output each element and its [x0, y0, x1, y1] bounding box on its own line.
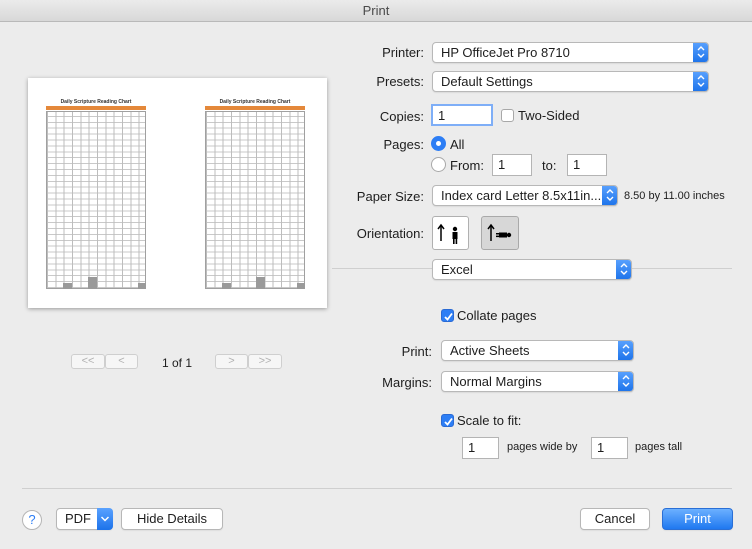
chevron-updown-icon: [602, 186, 617, 205]
print-what-label: Print:: [401, 344, 432, 359]
paper-dimensions: 8.50 by 11.00 inches: [624, 190, 725, 202]
paper-size-label: Paper Size:: [356, 189, 424, 204]
preview-sheet-left: Daily Scripture Reading Chart: [46, 98, 146, 289]
print-section-select[interactable]: Excel: [432, 259, 632, 280]
copies-label: Copies:: [379, 109, 424, 124]
chevron-down-icon: [97, 508, 113, 530]
chevron-updown-icon: [693, 43, 708, 62]
paper-size-value: Index card Letter 8.5x11in...: [441, 188, 602, 203]
collate-label: Collate pages: [457, 308, 537, 323]
two-sided-checkbox[interactable]: [501, 109, 514, 122]
last-page-button[interactable]: >>: [248, 354, 282, 369]
paper-size-select[interactable]: Index card Letter 8.5x11in...: [432, 185, 618, 206]
copies-input[interactable]: 1: [431, 104, 493, 126]
sheet-grid: [205, 111, 305, 289]
portrait-orientation-button[interactable]: [432, 216, 469, 250]
help-button[interactable]: ?: [22, 510, 42, 530]
margins-select[interactable]: Normal Margins: [441, 371, 634, 392]
chevron-updown-icon: [693, 72, 708, 91]
pages-wide-label: pages wide by: [507, 441, 578, 453]
sheet-header-row: [205, 106, 305, 110]
orientation-label: Orientation:: [356, 226, 424, 241]
hide-details-button[interactable]: Hide Details: [121, 508, 223, 530]
chevron-updown-icon: [618, 372, 633, 391]
page-indicator: 1 of 1: [161, 356, 193, 370]
footer-divider: [22, 488, 732, 489]
presets-label: Presets:: [376, 74, 424, 89]
pages-from-label: From:: [450, 158, 484, 173]
sheet-title: Daily Scripture Reading Chart: [60, 99, 132, 105]
scale-to-fit-checkbox[interactable]: [441, 414, 454, 427]
pdf-menu-button[interactable]: PDF: [56, 508, 113, 530]
pages-from-input[interactable]: 1: [492, 154, 532, 176]
window-title: Print: [0, 0, 752, 22]
margins-value: Normal Margins: [450, 374, 542, 389]
two-sided-label: Two-Sided: [518, 108, 580, 123]
first-page-button[interactable]: <<: [71, 354, 105, 369]
pages-to-label: to:: [542, 158, 557, 173]
print-what-select[interactable]: Active Sheets: [441, 340, 634, 361]
margins-label: Margins:: [382, 375, 432, 390]
checkmark-icon: [444, 312, 453, 321]
pages-tall-input[interactable]: 1: [591, 437, 628, 459]
presets-select[interactable]: Default Settings: [432, 71, 709, 92]
print-preview: Daily Scripture Reading Chart Daily Scri…: [28, 78, 327, 308]
landscape-orientation-button[interactable]: [481, 216, 519, 250]
portrait-orientation-icon: [437, 223, 458, 244]
chevron-updown-icon: [618, 341, 633, 360]
scale-to-fit-label: Scale to fit:: [457, 413, 522, 428]
sheet-header-row: [46, 106, 146, 110]
print-button[interactable]: Print: [662, 508, 733, 530]
print-what-value: Active Sheets: [450, 343, 530, 358]
print-section-value: Excel: [441, 262, 473, 277]
previous-page-button[interactable]: <: [105, 354, 138, 369]
pages-all-radio[interactable]: [431, 136, 446, 151]
pages-range-radio[interactable]: [431, 157, 446, 172]
presets-value: Default Settings: [441, 74, 533, 89]
pages-to-input[interactable]: 1: [567, 154, 607, 176]
pages-label: Pages:: [383, 137, 424, 152]
printer-value: HP OfficeJet Pro 8710: [441, 45, 570, 60]
pages-wide-input[interactable]: 1: [462, 437, 499, 459]
printer-select[interactable]: HP OfficeJet Pro 8710: [432, 42, 709, 63]
printer-label: Printer:: [382, 45, 424, 60]
checkmark-icon: [444, 417, 453, 426]
chevron-updown-icon: [616, 260, 631, 279]
next-page-button[interactable]: >: [215, 354, 248, 369]
sheet-title: Daily Scripture Reading Chart: [219, 99, 291, 105]
sheet-grid: [46, 111, 146, 289]
pages-all-label: All: [450, 137, 465, 152]
pdf-label: PDF: [65, 511, 91, 526]
cancel-button[interactable]: Cancel: [580, 508, 650, 530]
collate-checkbox[interactable]: [441, 309, 454, 322]
landscape-orientation-icon: [487, 223, 512, 241]
preview-sheet-right: Daily Scripture Reading Chart: [205, 98, 305, 289]
pages-tall-label: pages tall: [635, 441, 683, 453]
